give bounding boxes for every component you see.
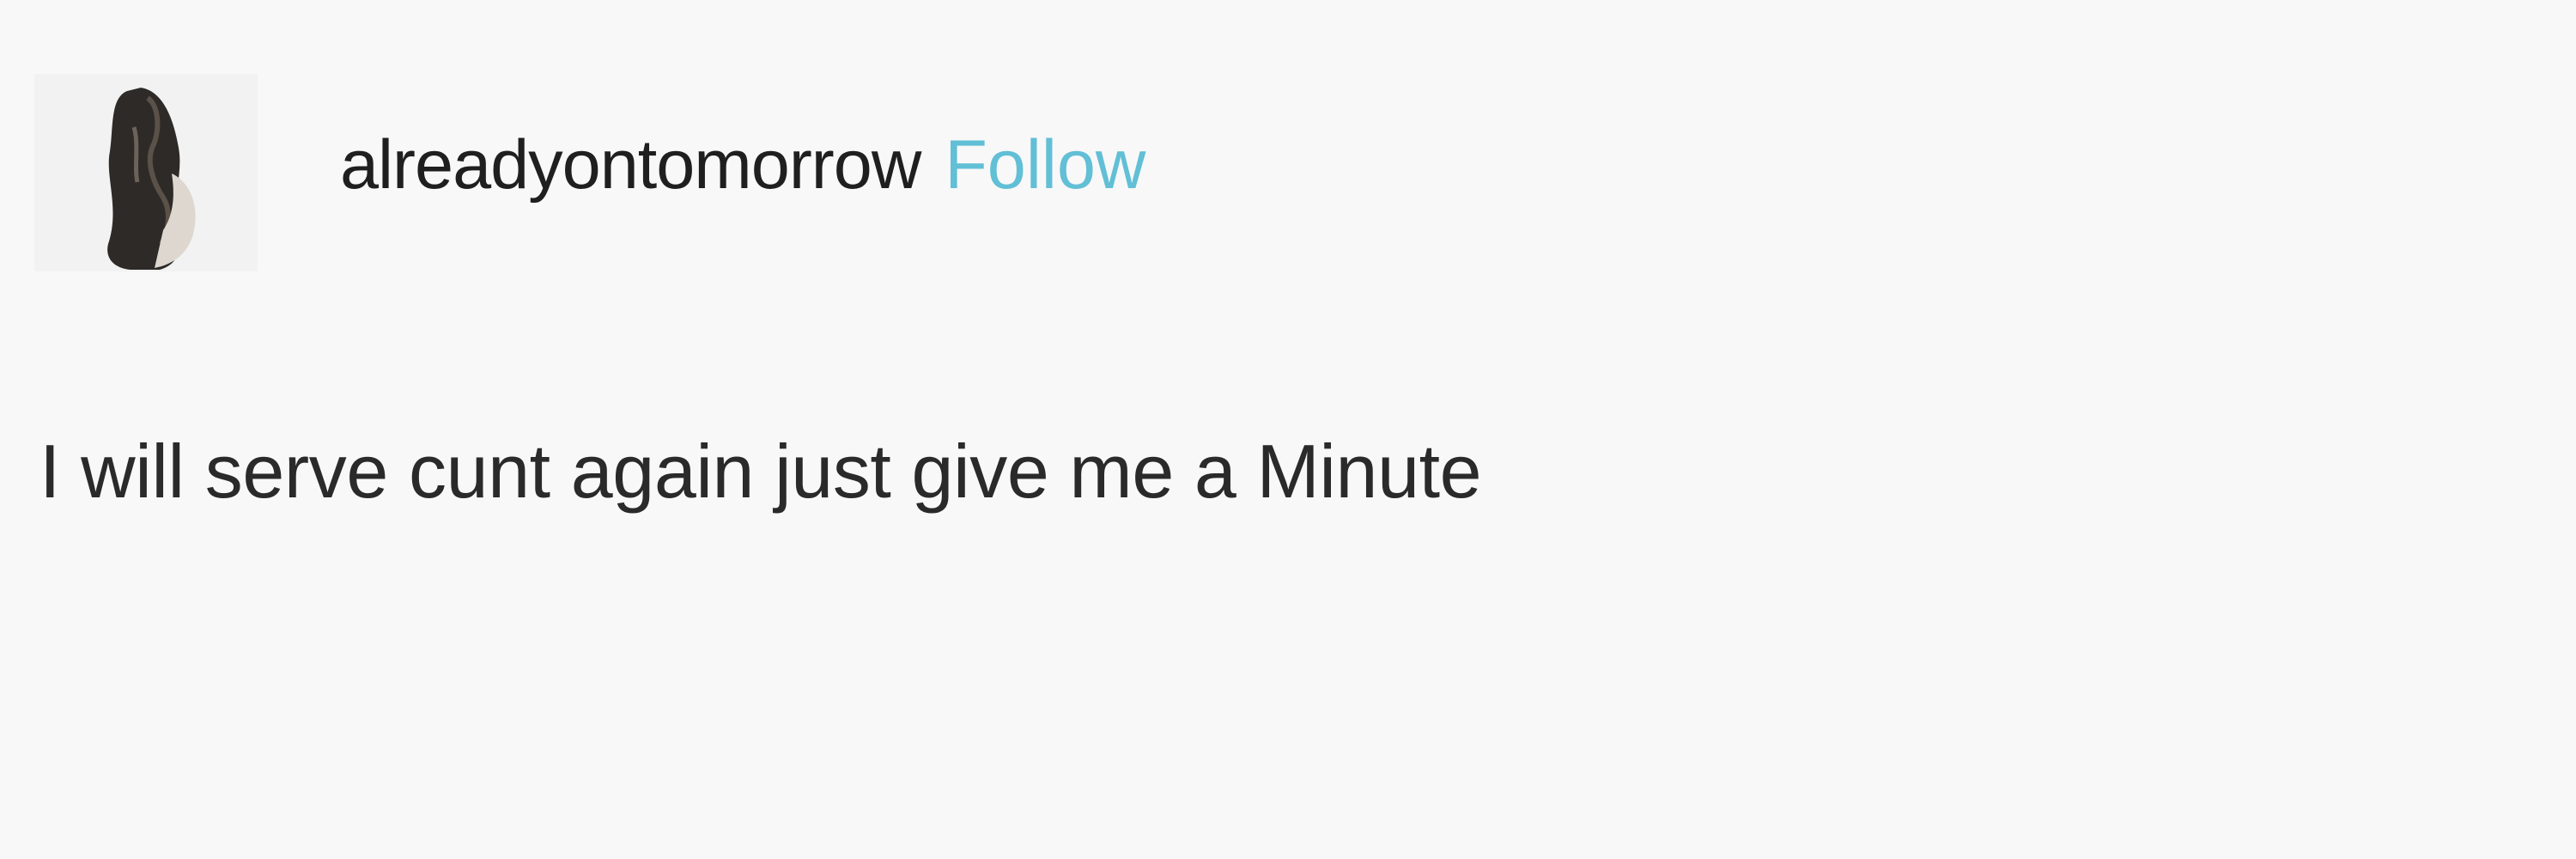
avatar[interactable] bbox=[34, 74, 258, 271]
post-text: I will serve cunt again just give me a M… bbox=[39, 429, 1482, 514]
username[interactable]: alreadyontomorrow bbox=[340, 130, 921, 200]
post-card: alreadyontomorrow Follow I will serve cu… bbox=[0, 0, 2576, 859]
follow-button[interactable]: Follow bbox=[945, 130, 1145, 200]
post-header: alreadyontomorrow Follow bbox=[34, 74, 1145, 271]
avatar-photo-icon bbox=[34, 74, 258, 271]
